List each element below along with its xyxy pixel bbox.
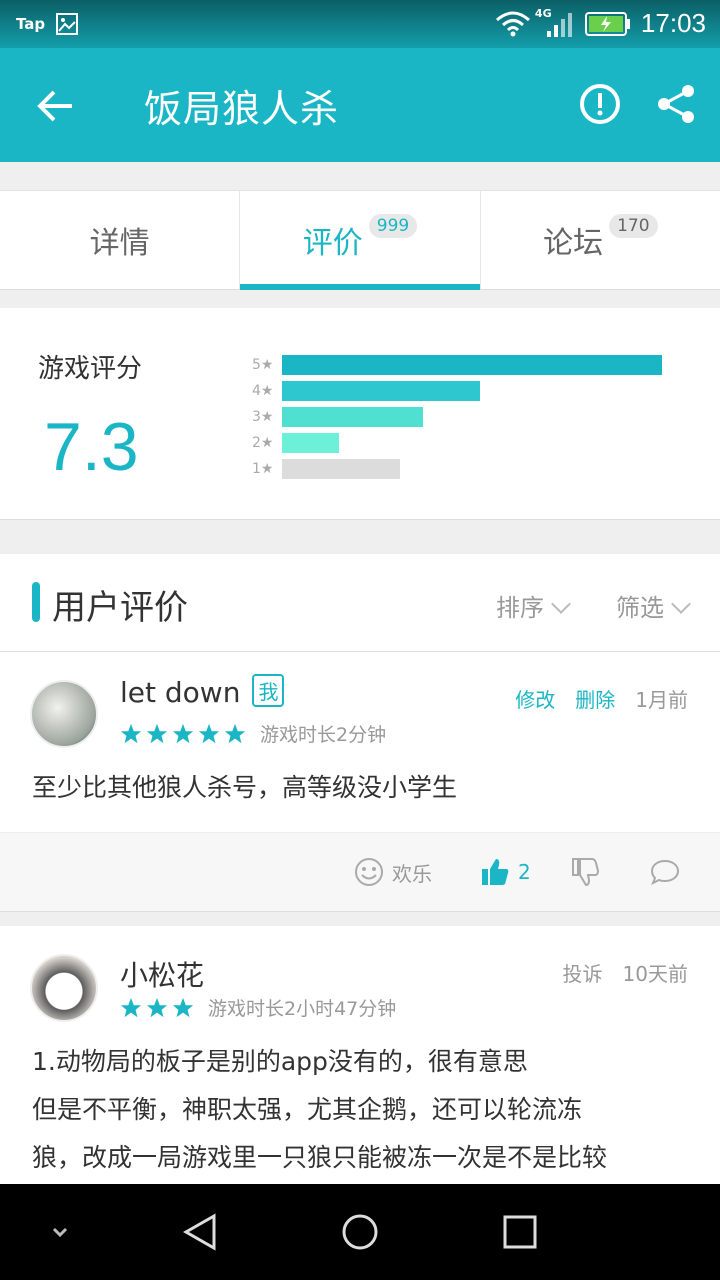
tab-bar: 详情 评价 999 论坛 170 (0, 190, 720, 290)
battery-icon (584, 11, 630, 36)
review-line: 1.动物局的板子是别的app没有的，很有意思 (32, 1047, 528, 1076)
rating-card: 游戏评分 7.3 5★ 4★ 3★ 2★ 1★ (0, 308, 720, 520)
rating-label: 游戏评分 (38, 354, 143, 384)
review-card: let down 我 游戏时长2分钟 修改 删除 1月前 至少比其他狼人杀号，高等… (0, 652, 720, 832)
recents-square-icon[interactable] (500, 1212, 540, 1252)
smile-icon (355, 858, 383, 886)
star-icon (146, 723, 168, 743)
rating-level-label: 3★ (252, 409, 274, 425)
tab-details[interactable]: 详情 (0, 191, 239, 289)
rating-bar (282, 407, 423, 427)
rating-bar (282, 381, 480, 401)
rating-level-label: 5★ (252, 357, 274, 373)
thumbs-up-icon (482, 859, 509, 885)
tab-label: 详情 (89, 226, 150, 261)
comment-icon (650, 859, 680, 886)
back-arrow-icon[interactable] (32, 84, 80, 128)
status-app-label: Tap (16, 15, 46, 33)
rating-bar (282, 433, 339, 453)
review-line: 狼，改成一局游戏里一只狼只能被冻一次是不是比较 (32, 1143, 608, 1172)
star-icon (224, 723, 246, 743)
report-button[interactable]: 投诉 (563, 958, 603, 987)
star-icon (172, 997, 194, 1017)
section-accent (32, 582, 40, 622)
stars-container (120, 997, 198, 1019)
reviews-header: 用户评价 排序 筛选 (0, 554, 720, 652)
rating-bar-row: 4★ (252, 378, 662, 404)
filter-dropdown[interactable]: 筛选 (616, 588, 691, 623)
star-rating: 游戏时长2小时47分钟 (120, 994, 396, 1021)
reviews-title: 用户评价 (52, 588, 188, 628)
star-icon (198, 723, 220, 743)
star-rating: 游戏时长2分钟 (120, 720, 386, 747)
star-icon (146, 997, 168, 1017)
review-date: 1月前 (635, 688, 688, 712)
me-badge: 我 (252, 674, 285, 707)
rating-level-label: 4★ (252, 383, 274, 399)
system-nav-bar (0, 1184, 720, 1280)
thumbs-down-icon (572, 858, 600, 887)
signal-icon: 4G (535, 7, 575, 39)
tab-label: 评价 (302, 226, 363, 261)
review-line: 但是不平衡，神职太强，尤其企鹅，还可以轮流冻 (32, 1095, 583, 1124)
chevron-down-icon (551, 594, 571, 614)
mood-label: 欢乐 (392, 861, 432, 886)
mood-tag[interactable]: 欢乐 (354, 857, 432, 887)
rating-bar-row: 2★ (252, 430, 662, 456)
delete-button[interactable]: 删除 (575, 684, 615, 713)
review-footer: 欢乐 2 (0, 832, 720, 912)
star-icon (172, 723, 194, 743)
edit-button[interactable]: 修改 (515, 684, 555, 713)
star-icon (120, 997, 142, 1017)
rating-score: 7.3 (44, 409, 139, 485)
app-screen: Tap 4G 17:03 饭局狼人杀 详情 评价 999 论坛 170 游戏评分… (0, 0, 720, 1280)
stars-container (120, 723, 250, 745)
avatar[interactable] (30, 954, 98, 1022)
like-button[interactable]: 2 (480, 857, 531, 887)
chevron-down-icon (671, 594, 691, 614)
filter-label: 筛选 (616, 594, 664, 622)
forum-count-badge: 170 (609, 214, 658, 238)
avatar[interactable] (30, 680, 98, 748)
tab-reviews[interactable]: 评价 999 (239, 191, 480, 290)
image-icon (56, 13, 79, 35)
page-title: 饭局狼人杀 (144, 87, 340, 131)
wifi-icon (495, 11, 530, 36)
reviewer-name[interactable]: let down (120, 676, 240, 709)
review-count-badge: 999 (368, 214, 418, 238)
playtime: 游戏时长2分钟 (260, 724, 387, 746)
reviewer-name[interactable]: 小松花 (120, 959, 204, 992)
review-date: 10天前 (622, 962, 688, 986)
review-content: 至少比其他狼人杀号，高等级没小学生 (32, 773, 458, 802)
dislike-button[interactable] (570, 857, 608, 887)
review-card: 小松花 游戏时长2小时47分钟 投诉 10天前 1.动物局的板子是别的app没有… (0, 926, 720, 1186)
playtime: 游戏时长2小时47分钟 (208, 998, 397, 1020)
rating-bar-row: 1★ (252, 456, 662, 482)
like-count: 2 (518, 860, 531, 884)
comment-button[interactable] (650, 857, 688, 887)
rating-bar-row: 5★ (252, 352, 662, 378)
rating-bar (282, 355, 662, 375)
rating-bar (282, 459, 400, 479)
share-icon[interactable] (654, 82, 698, 126)
chevron-down-icon[interactable] (40, 1212, 80, 1252)
review-content: 1.动物局的板子是别的app没有的，很有意思 但是不平衡，神职太强，尤其企鹅，还… (32, 1038, 684, 1182)
rating-level-label: 2★ (252, 435, 274, 451)
rating-distribution: 5★ 4★ 3★ 2★ 1★ (252, 352, 662, 482)
status-time: 17:03 (640, 8, 706, 38)
rating-bar-row: 3★ (252, 404, 662, 430)
report-icon[interactable] (578, 82, 622, 126)
star-icon (120, 723, 142, 743)
tab-forum[interactable]: 论坛 170 (479, 191, 720, 289)
home-circle-icon[interactable] (340, 1212, 380, 1252)
status-bar: Tap 4G 17:03 (0, 0, 720, 48)
sort-dropdown[interactable]: 排序 (496, 588, 571, 623)
app-bar: 饭局狼人杀 (0, 48, 720, 162)
tab-label: 论坛 (543, 226, 604, 261)
rating-level-label: 1★ (252, 461, 274, 477)
sort-label: 排序 (496, 594, 544, 622)
back-triangle-icon[interactable] (180, 1212, 220, 1252)
